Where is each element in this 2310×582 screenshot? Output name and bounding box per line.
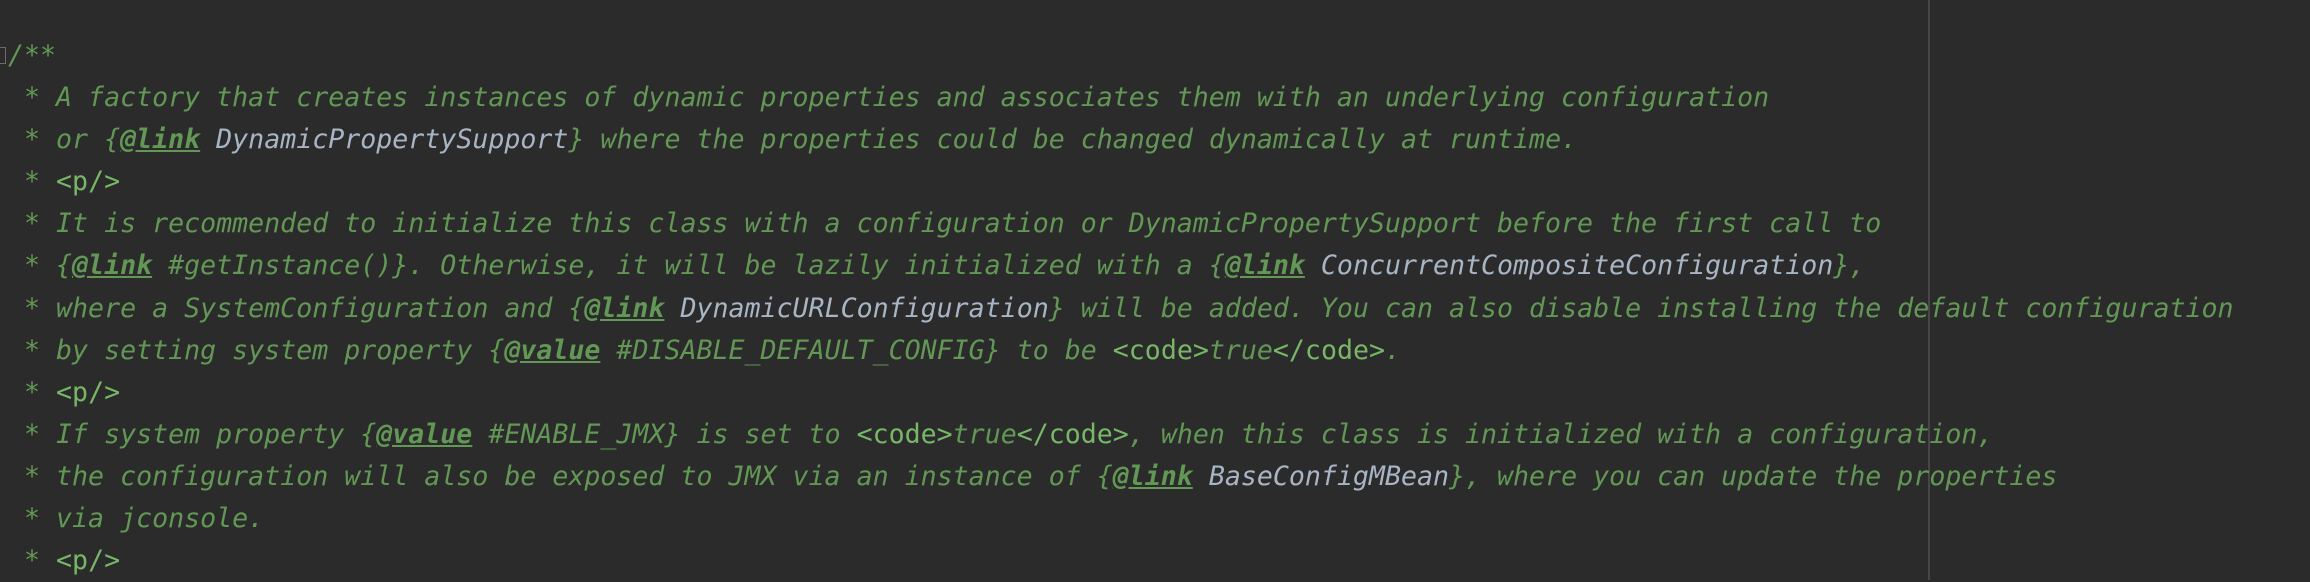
javadoc-tag[interactable]: @link bbox=[72, 250, 152, 281]
code-line[interactable]: /** bbox=[8, 35, 2234, 77]
code-line[interactable]: * It is recommended to initialize this c… bbox=[8, 203, 2234, 245]
comment-text: true bbox=[1208, 334, 1273, 366]
html-markup: <code> bbox=[1112, 334, 1209, 366]
html-markup: <p/> bbox=[56, 545, 121, 577]
javadoc-tag[interactable]: @link bbox=[120, 124, 200, 155]
comment-text: * If system property { bbox=[8, 418, 377, 450]
reference-link[interactable]: ConcurrentCompositeConfiguration bbox=[1321, 250, 1833, 281]
html-markup: <p/> bbox=[56, 166, 121, 198]
comment-text bbox=[1305, 250, 1321, 281]
code-line[interactable]: * <p/> bbox=[8, 372, 2234, 414]
javadoc-tag[interactable]: @link bbox=[1225, 250, 1305, 281]
comment-text: * A factory that creates instances of dy… bbox=[8, 82, 1770, 114]
comment-text: * It is recommended to initialize this c… bbox=[8, 208, 1882, 240]
comment-text: #getInstance()}. Otherwise, it will be l… bbox=[152, 250, 1225, 282]
html-markup: </code> bbox=[1272, 334, 1385, 366]
comment-text: * bbox=[8, 545, 57, 577]
code-line[interactable]: * or {@link DynamicPropertySupport} wher… bbox=[8, 119, 2234, 161]
comment-text: * by setting system property { bbox=[8, 334, 505, 366]
code-line[interactable]: * <p/> bbox=[8, 161, 2234, 203]
comment-text bbox=[664, 293, 680, 324]
comment-text: true bbox=[952, 418, 1017, 450]
comment-text: } will be added. You can also disable in… bbox=[1048, 292, 2234, 324]
code-line[interactable]: * <p/> bbox=[8, 540, 2234, 582]
comment-text: * the configuration will also be exposed… bbox=[8, 460, 1113, 492]
code-line[interactable]: * where a SystemConfiguration and {@link… bbox=[8, 288, 2234, 330]
reference-link[interactable]: DynamicURLConfiguration bbox=[680, 293, 1048, 324]
reference-link[interactable]: DynamicPropertySupport bbox=[216, 124, 568, 155]
javadoc-tag[interactable]: @link bbox=[1113, 461, 1193, 492]
comment-text: * or { bbox=[8, 124, 121, 156]
code-line[interactable]: * {@link #getInstance()}. Otherwise, it … bbox=[8, 245, 2234, 287]
comment-text bbox=[1193, 461, 1209, 492]
comment-text: #DISABLE_DEFAULT_CONFIG} to be bbox=[600, 334, 1113, 366]
javadoc-tag[interactable]: @value bbox=[504, 335, 600, 366]
comment-text: } where the properties could be changed … bbox=[568, 124, 1578, 156]
code-line[interactable]: * by setting system property {@value #DI… bbox=[8, 330, 2234, 372]
code-editor[interactable]: /** * A factory that creates instances o… bbox=[0, 0, 2310, 580]
fold-toggle-icon[interactable] bbox=[0, 47, 6, 64]
comment-text: }, bbox=[1833, 250, 1866, 282]
comment-text: , when this class is initialized with a … bbox=[1128, 418, 1994, 450]
javadoc-tag[interactable]: @link bbox=[584, 293, 664, 324]
comment-text: * bbox=[8, 166, 57, 198]
code-line[interactable]: * the configuration will also be exposed… bbox=[8, 456, 2234, 498]
code-line[interactable]: * A factory that creates instances of dy… bbox=[8, 77, 2234, 119]
comment-text: #ENABLE_JMX} is set to bbox=[472, 418, 857, 450]
comment-text: * via jconsole. bbox=[8, 503, 265, 535]
comment-text: }, where you can update the properties bbox=[1449, 460, 2058, 492]
code-line[interactable]: * If system property {@value #ENABLE_JMX… bbox=[8, 414, 2234, 456]
javadoc-comment[interactable]: /** * A factory that creates instances o… bbox=[8, 35, 2234, 582]
reference-link[interactable]: BaseConfigMBean bbox=[1209, 461, 1449, 492]
html-markup: <code> bbox=[856, 418, 953, 450]
comment-text: * bbox=[8, 376, 57, 408]
html-markup: </code> bbox=[1016, 418, 1129, 450]
comment-text: /** bbox=[8, 40, 57, 71]
javadoc-tag[interactable]: @value bbox=[376, 419, 472, 450]
code-line[interactable]: * via jconsole. bbox=[8, 498, 2234, 540]
comment-text: . bbox=[1384, 334, 1401, 366]
comment-text bbox=[200, 124, 216, 155]
comment-text: * { bbox=[8, 250, 73, 282]
html-markup: <p/> bbox=[56, 376, 121, 408]
comment-text: * where a SystemConfiguration and { bbox=[8, 292, 585, 324]
